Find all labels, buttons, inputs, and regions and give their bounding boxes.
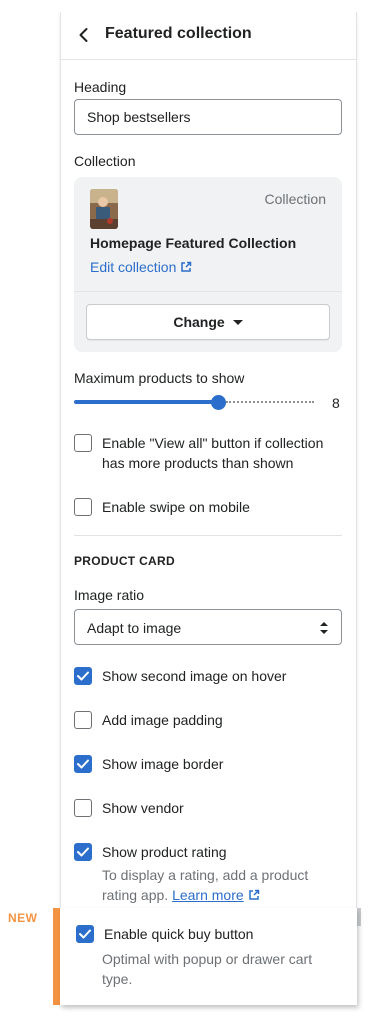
heading-input[interactable] [74,99,342,135]
max-products-value: 8 [332,395,340,411]
change-button-label: Change [173,314,225,330]
page-title: Featured collection [105,25,252,42]
image-ratio-value: Adapt to image [87,620,182,636]
collection-type-label: Collection [264,191,326,207]
slider-thumb[interactable] [211,395,226,410]
back-button[interactable] [73,24,95,46]
collection-name: Homepage Featured Collection [90,235,297,251]
show-vendor-checkbox[interactable] [74,799,92,817]
image-padding-checkbox-row[interactable]: Add image padding [74,710,344,730]
collection-label: Collection [74,153,136,169]
quick-buy-block: Enable quick buy button Optimal with pop… [60,908,357,1005]
quick-buy-checkbox[interactable] [76,925,94,943]
product-rating-checkbox-row[interactable]: Show product rating [74,842,344,862]
max-products-label: Maximum products to show [74,370,245,386]
checkmark-icon [79,929,91,939]
chevron-left-icon [79,28,88,42]
collection-thumbnail [90,189,118,229]
max-products-slider[interactable] [74,395,314,410]
image-border-checkbox-row[interactable]: Show image border [74,754,344,774]
quick-buy-checkbox-row[interactable]: Enable quick buy button [76,924,346,944]
section-divider [74,535,342,536]
edit-collection-link[interactable]: Edit collection [90,259,192,275]
settings-panel: Featured collection Heading Collection C… [60,12,357,1005]
slider-track-remaining [226,401,314,403]
image-padding-checkbox[interactable] [74,711,92,729]
collection-card: Collection Homepage Featured Collection … [74,177,342,352]
second-image-checkbox-row[interactable]: Show second image on hover [74,666,344,686]
checkmark-icon [77,847,89,857]
external-link-icon [181,261,192,272]
checkmark-icon [77,759,89,769]
new-badge: NEW [8,911,38,925]
external-link-icon [248,889,259,900]
swipe-mobile-checkbox[interactable] [74,498,92,516]
view-all-checkbox-row[interactable]: Enable "View all" button if collection h… [74,433,344,473]
image-border-checkbox[interactable] [74,755,92,773]
image-ratio-select[interactable]: Adapt to image [74,609,342,645]
new-highlight-bar [53,908,60,1005]
slider-track-filled [74,400,218,404]
swipe-mobile-checkbox-row[interactable]: Enable swipe on mobile [74,497,344,517]
select-arrows-icon [320,622,328,634]
show-vendor-label: Show vendor [102,800,184,816]
second-image-label: Show second image on hover [102,668,287,684]
image-padding-label: Add image padding [102,712,223,728]
show-vendor-checkbox-row[interactable]: Show vendor [74,798,344,818]
view-all-label: Enable "View all" button if collection h… [102,435,324,471]
product-rating-label: Show product rating [102,844,227,860]
product-rating-checkbox[interactable] [74,843,92,861]
rating-help-text: To display a rating, add a product ratin… [102,865,347,905]
learn-more-link[interactable]: Learn more [172,887,244,903]
quick-buy-help: Optimal with popup or drawer cart type. [102,951,313,987]
image-ratio-label: Image ratio [74,587,145,603]
edit-collection-label: Edit collection [90,259,177,275]
product-card-heading: PRODUCT CARD [74,554,175,568]
view-all-checkbox[interactable] [74,434,92,452]
checkmark-icon [77,671,89,681]
panel-edge-mark [357,908,361,926]
image-border-label: Show image border [102,756,224,772]
change-collection-button[interactable]: Change [86,304,330,340]
heading-label: Heading [74,79,127,95]
second-image-checkbox[interactable] [74,667,92,685]
swipe-mobile-label: Enable swipe on mobile [102,499,250,515]
panel-header: Featured collection [61,12,357,60]
card-divider [74,291,342,292]
quick-buy-label: Enable quick buy button [104,926,254,942]
caret-down-icon [232,319,243,325]
